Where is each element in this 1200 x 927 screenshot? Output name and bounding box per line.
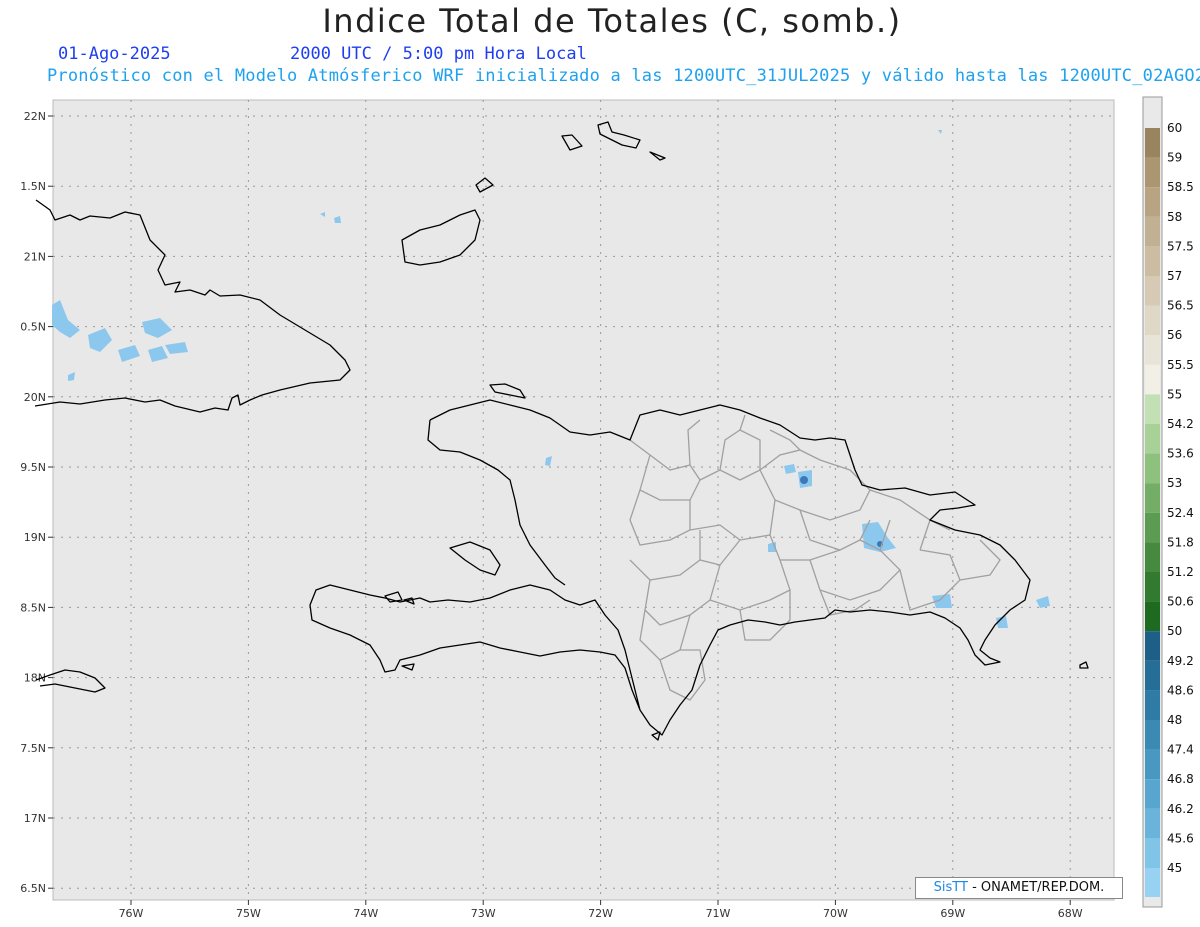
forecast-map: 22N1.5N21N0.5N20N9.5N19N8.5N18N7.5N17N6.… xyxy=(20,96,1194,920)
colorbar-cell xyxy=(1145,838,1160,868)
colorbar-cell xyxy=(1145,512,1160,543)
lat-label: 9.5N xyxy=(20,461,46,474)
colorbar-label: 56.5 xyxy=(1167,299,1194,313)
credit-box: SisTT - ONAMET/REP.DOM. xyxy=(915,877,1123,899)
colorbar-cell xyxy=(1145,572,1160,602)
colorbar-cell xyxy=(1145,216,1160,247)
lat-label: 17N xyxy=(24,812,46,825)
colorbar-label: 50 xyxy=(1167,624,1182,638)
latitude-labels: 22N1.5N21N0.5N20N9.5N19N8.5N18N7.5N17N6.… xyxy=(20,110,53,895)
colorbar-cell xyxy=(1145,276,1160,306)
colorbar-label: 56 xyxy=(1167,328,1182,342)
lon-label: 72W xyxy=(588,907,613,920)
lon-label: 73W xyxy=(471,907,496,920)
colorbar-label: 50.6 xyxy=(1167,595,1194,609)
colorbar-cell xyxy=(1145,453,1160,484)
colorbar-label: 54.2 xyxy=(1167,417,1194,431)
colorbar-label: 58 xyxy=(1167,210,1182,224)
colorbar-cell xyxy=(1145,335,1160,365)
map-background xyxy=(52,99,1115,901)
colorbar-label: 46.8 xyxy=(1167,772,1194,786)
colorbar-label: 45 xyxy=(1167,861,1182,875)
longitude-labels: 76W 75W 74W 73W 72W 71W 70W 69W 68W xyxy=(119,900,1083,920)
lat-label: 1.5N xyxy=(20,180,46,193)
colorbar-label: 47.4 xyxy=(1167,743,1194,757)
lat-label: 7.5N xyxy=(20,742,46,755)
lon-label: 74W xyxy=(353,907,378,920)
lon-label: 76W xyxy=(119,907,144,920)
colorbar-cell xyxy=(1145,483,1160,513)
colorbar-label: 48.6 xyxy=(1167,683,1194,697)
colorbar-label: 57 xyxy=(1167,269,1182,283)
colorbar-label: 53 xyxy=(1167,476,1182,490)
lon-label: 70W xyxy=(823,907,848,920)
colorbar-label: 55.5 xyxy=(1167,358,1194,372)
lat-label: 8.5N xyxy=(20,601,46,614)
colorbar xyxy=(1145,128,1160,898)
brand-label: SisTT xyxy=(933,880,968,895)
colorbar-cell xyxy=(1145,157,1160,188)
credit-label: - ONAMET/REP.DOM. xyxy=(972,880,1105,895)
colorbar-cell xyxy=(1145,364,1160,395)
lat-label: 6.5N xyxy=(20,882,46,895)
colorbar-label: 60 xyxy=(1167,121,1182,135)
colorbar-label: 51.8 xyxy=(1167,535,1194,549)
colorbar-cell xyxy=(1145,424,1160,454)
colorbar-cell xyxy=(1145,128,1160,158)
colorbar-cell xyxy=(1145,305,1160,336)
colorbar-label: 51.2 xyxy=(1167,565,1194,579)
lon-label: 71W xyxy=(706,907,731,920)
lon-label: 68W xyxy=(1058,907,1083,920)
colorbar-cell xyxy=(1145,187,1160,217)
colorbar-cell xyxy=(1145,601,1160,632)
lon-label: 69W xyxy=(940,907,965,920)
colorbar-label: 52.4 xyxy=(1167,506,1194,520)
colorbar-labels: 60 59 58.5 58 57.5 57 56.5 56 55.5 55 54.2 53.6 53 52… xyxy=(1167,121,1194,875)
colorbar-cell xyxy=(1145,690,1160,720)
colorbar-label: 55 xyxy=(1167,387,1182,401)
colorbar-label: 58.5 xyxy=(1167,180,1194,194)
colorbar-label: 53.6 xyxy=(1167,447,1194,461)
colorbar-cell xyxy=(1145,542,1160,572)
colorbar-label: 46.2 xyxy=(1167,802,1194,816)
lat-label: 0.5N xyxy=(20,321,46,334)
colorbar-cell xyxy=(1145,660,1160,691)
lat-label: 19N xyxy=(24,531,46,544)
colorbar-label: 57.5 xyxy=(1167,239,1194,253)
lat-label: 22N xyxy=(24,110,46,123)
lat-label: 21N xyxy=(24,250,46,263)
lat-label: 20N xyxy=(24,391,46,404)
colorbar-cell xyxy=(1145,749,1160,780)
colorbar-cell xyxy=(1145,394,1160,424)
colorbar-cell xyxy=(1145,631,1160,661)
colorbar-cell xyxy=(1145,246,1160,276)
colorbar-label: 59 xyxy=(1167,151,1182,165)
colorbar-label: 48 xyxy=(1167,713,1182,727)
lon-label: 75W xyxy=(236,907,261,920)
colorbar-label: 49.2 xyxy=(1167,654,1194,668)
colorbar-cell xyxy=(1145,779,1160,809)
shade-core xyxy=(800,476,808,484)
colorbar-cell xyxy=(1145,720,1160,750)
colorbar-label: 45.6 xyxy=(1167,831,1194,845)
colorbar-cell xyxy=(1145,868,1160,898)
colorbar-cell xyxy=(1145,808,1160,839)
